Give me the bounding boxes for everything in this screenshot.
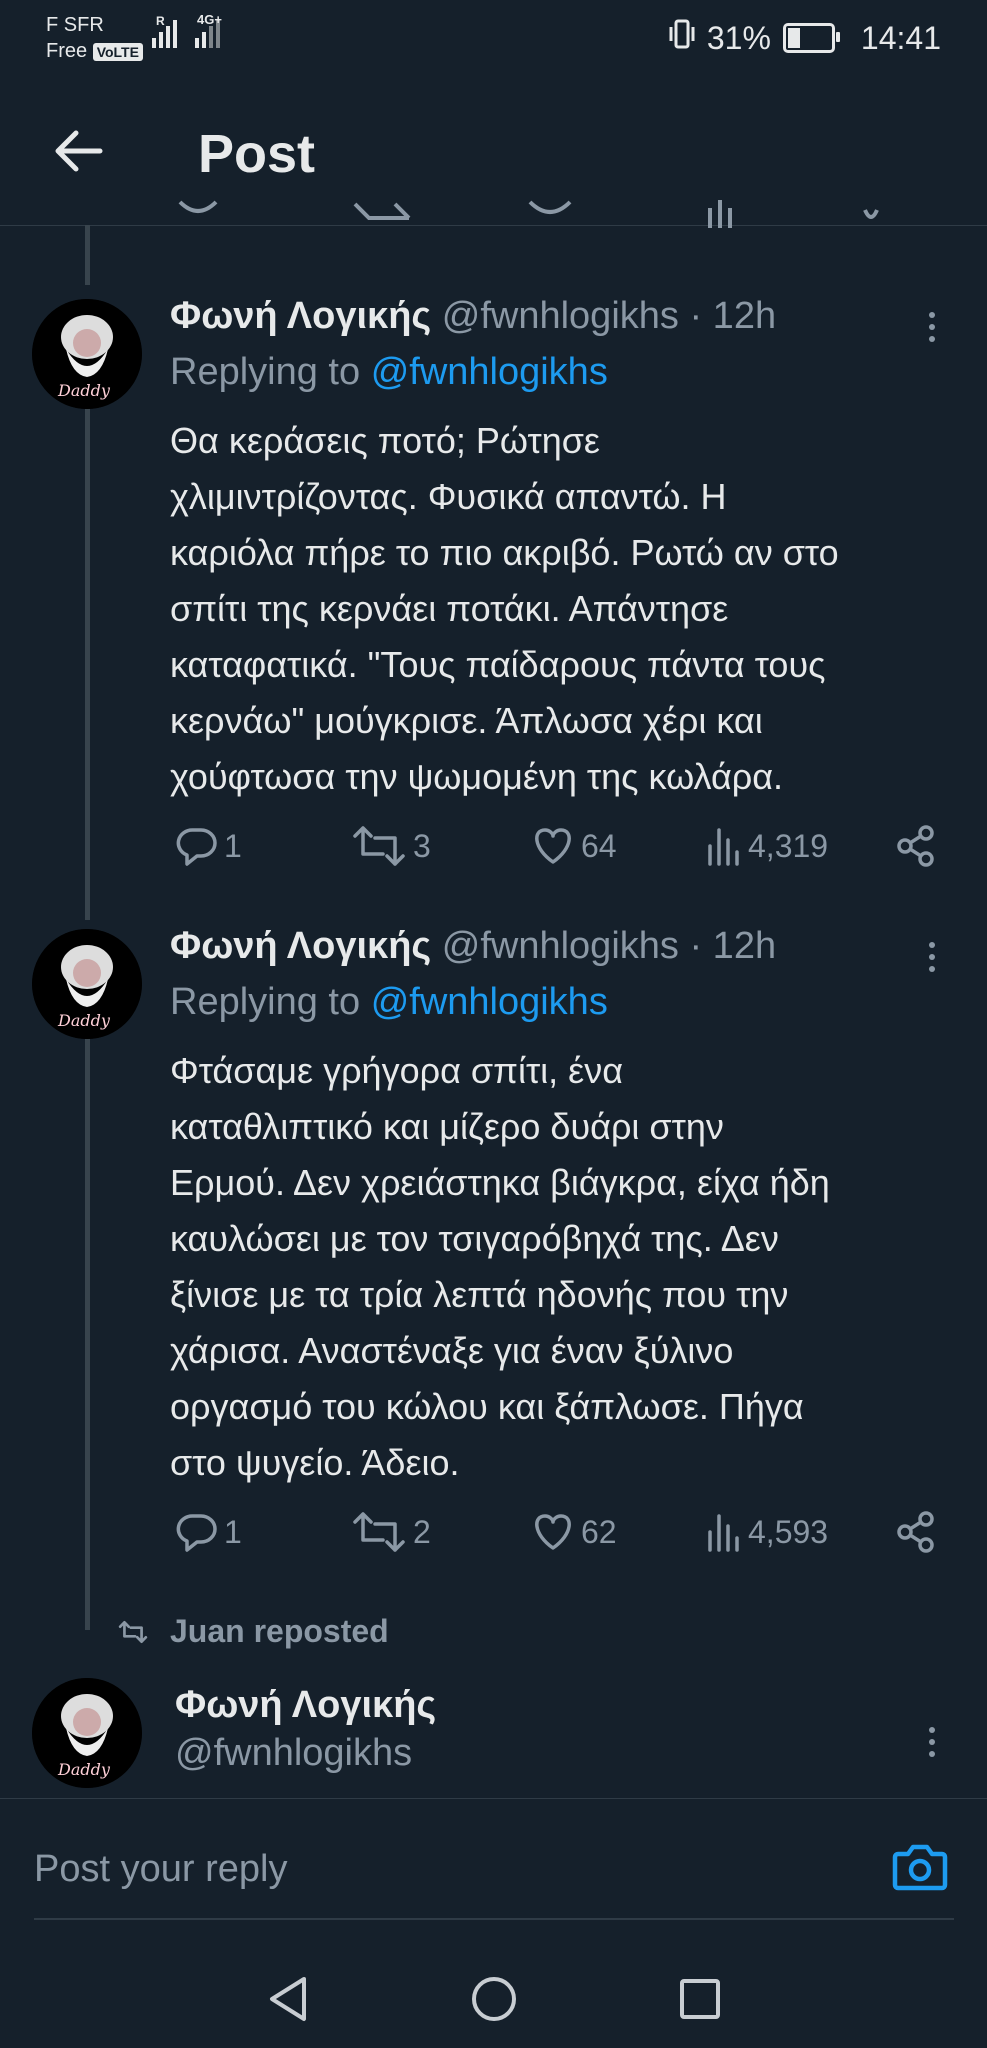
share-icon — [897, 825, 934, 867]
repost-count: 2 — [413, 1513, 431, 1550]
carrier-secondary: Free — [46, 40, 88, 62]
back-arrow-icon[interactable] — [50, 127, 106, 175]
carrier-info: F SFR Free VoLTE — [46, 12, 143, 64]
heart-icon — [535, 828, 571, 864]
camera-icon[interactable] — [892, 1840, 948, 1897]
repost-banner-text: Juan reposted — [170, 1613, 389, 1649]
author-name[interactable]: Φωνή Λογικής — [170, 925, 431, 967]
avatar-caption: Daddy — [58, 1760, 110, 1779]
status-bar: F SFR Free VoLTE R 4G+ 31% 14:41 — [0, 0, 987, 75]
repost-icon — [353, 826, 405, 866]
replying-to-link[interactable]: @fwnhlogikhs — [371, 981, 608, 1023]
signal-bars-icon: R — [152, 14, 177, 48]
author-handle[interactable]: @fwnhlogikhs — [442, 295, 679, 337]
previous-tweet-actions — [0, 200, 987, 234]
avatar-caption: Daddy — [58, 381, 110, 400]
author-name[interactable]: Φωνή Λογικής — [175, 1682, 436, 1728]
like-button[interactable]: 64 — [531, 826, 706, 866]
page-title: Post — [198, 124, 316, 184]
signal-indicators: R 4G+ — [152, 12, 222, 48]
like-button[interactable]: 62 — [531, 1512, 706, 1552]
author-handle[interactable]: @fwnhlogikhs — [175, 1730, 412, 1776]
reply-button[interactable]: 1 — [176, 1512, 351, 1552]
nav-back-icon[interactable] — [266, 1975, 310, 2023]
tweet-text: Θα κεράσεις ποτό; Ρώτησε χλιμιντρίζοντας… — [170, 420, 839, 797]
repost-button[interactable]: 3 — [351, 826, 531, 866]
views-icon — [708, 828, 739, 866]
replying-to: Replying to @fwnhlogikhs — [170, 351, 608, 393]
repost-button[interactable]: 2 — [351, 1512, 531, 1552]
replying-to: Replying to @fwnhlogikhs — [170, 981, 608, 1023]
tweet-header: Φωνή Λογικής @fwnhlogikhs · 12h — [170, 293, 776, 339]
repost-icon — [353, 1512, 405, 1552]
reply-icon — [176, 828, 217, 866]
system-nav-bar — [0, 1950, 987, 2048]
author-handle[interactable]: @fwnhlogikhs — [442, 925, 679, 967]
tweet-header: Φωνή Λογικής @fwnhlogikhs · 12h — [170, 923, 776, 969]
more-options-icon[interactable] — [917, 1722, 947, 1762]
like-count: 64 — [581, 827, 617, 864]
more-options-icon[interactable] — [917, 937, 947, 977]
author-name[interactable]: Φωνή Λογικής — [170, 295, 431, 337]
share-icon — [897, 1511, 934, 1553]
reply-count: 1 — [224, 1513, 242, 1550]
more-options-icon[interactable] — [917, 307, 947, 347]
divider — [0, 1798, 987, 1799]
reply-input[interactable]: Post your reply — [34, 1848, 287, 1891]
tweet-actions: 1 3 64 4,319 — [176, 825, 946, 867]
view-count: 4,319 — [748, 827, 829, 864]
like-count: 62 — [581, 1513, 617, 1550]
reply-count: 1 — [224, 827, 242, 864]
volte-badge: VoLTE — [92, 42, 143, 61]
views-button[interactable]: 4,319 — [706, 826, 896, 866]
tweet-time: · 12h — [689, 295, 777, 337]
tweet-actions: 1 2 62 4,593 — [176, 1511, 946, 1553]
composer-underline — [34, 1918, 954, 1920]
avatar-caption: Daddy — [58, 1011, 110, 1030]
heart-icon — [535, 1514, 571, 1550]
tweet-1[interactable]: Daddy Φωνή Λογικής @fwnhlogikhs · 12h Re… — [0, 285, 987, 905]
reply-icon — [176, 1514, 217, 1552]
tweet-time: · 12h — [689, 925, 777, 967]
clock: 14:41 — [860, 19, 941, 56]
thread-line — [85, 225, 90, 285]
avatar[interactable]: Daddy — [32, 929, 142, 1039]
tweet-text: Φτάσαμε γρήγορα σπίτι, ένα καταθλιπτικό … — [170, 1050, 830, 1483]
status-right: 31% 14:41 — [669, 18, 941, 58]
vibrate-icon — [669, 18, 695, 58]
repost-count: 3 — [413, 827, 431, 864]
share-button[interactable] — [896, 825, 936, 867]
reply-button[interactable]: 1 — [176, 826, 351, 866]
views-button[interactable]: 4,593 — [706, 1512, 896, 1552]
battery-percent: 31% — [706, 19, 771, 56]
signal-4g-icon: 4G+ — [195, 12, 222, 48]
tweet-2[interactable]: Daddy Φωνή Λογικής @fwnhlogikhs · 12h Re… — [0, 915, 987, 1605]
view-count: 4,593 — [748, 1513, 829, 1550]
carrier-name: F SFR — [46, 14, 104, 36]
views-icon — [708, 1514, 739, 1552]
avatar[interactable]: Daddy — [32, 299, 142, 409]
reposted-tweet[interactable]: Daddy Φωνή Λογικής @fwnhlogikhs — [0, 1670, 987, 1798]
battery-icon — [782, 23, 840, 53]
nav-recents-icon[interactable] — [678, 1977, 722, 2021]
repost-icon — [118, 1620, 148, 1643]
nav-home-icon[interactable] — [470, 1975, 518, 2023]
avatar[interactable]: Daddy — [32, 1678, 142, 1788]
repost-banner: Juan reposted — [118, 1613, 389, 1650]
replying-to-link[interactable]: @fwnhlogikhs — [371, 351, 608, 393]
share-button[interactable] — [896, 1511, 936, 1553]
